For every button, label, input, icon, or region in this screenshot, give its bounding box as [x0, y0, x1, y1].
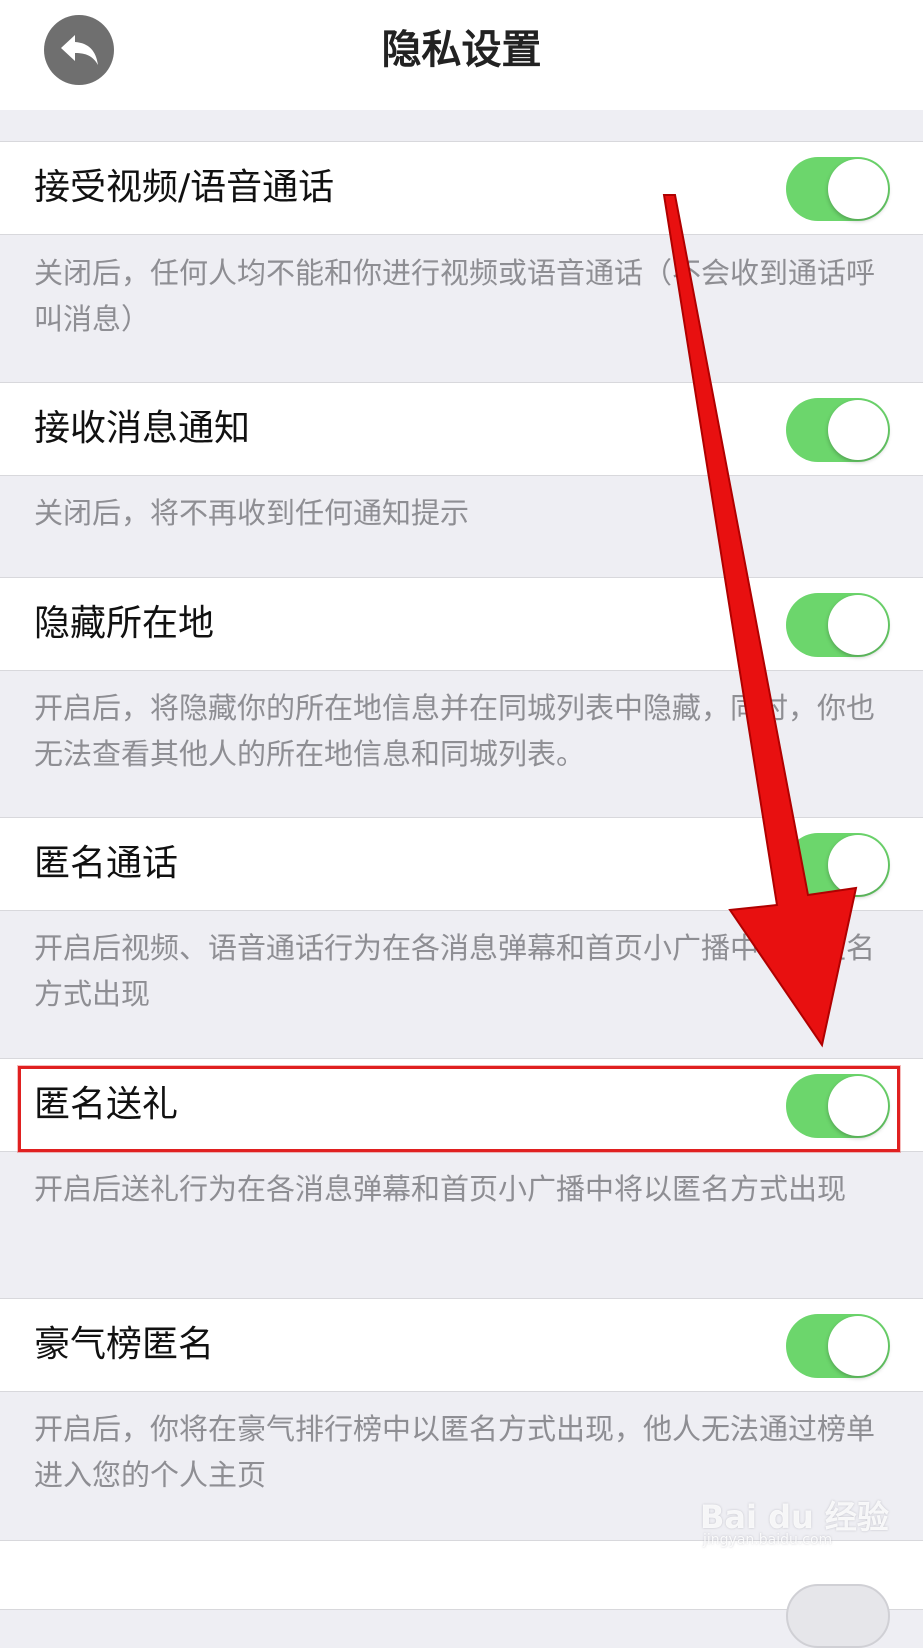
- watermark-url: jingyan.baidu.com: [703, 1532, 833, 1548]
- red-arrow-annotation: [662, 194, 858, 1048]
